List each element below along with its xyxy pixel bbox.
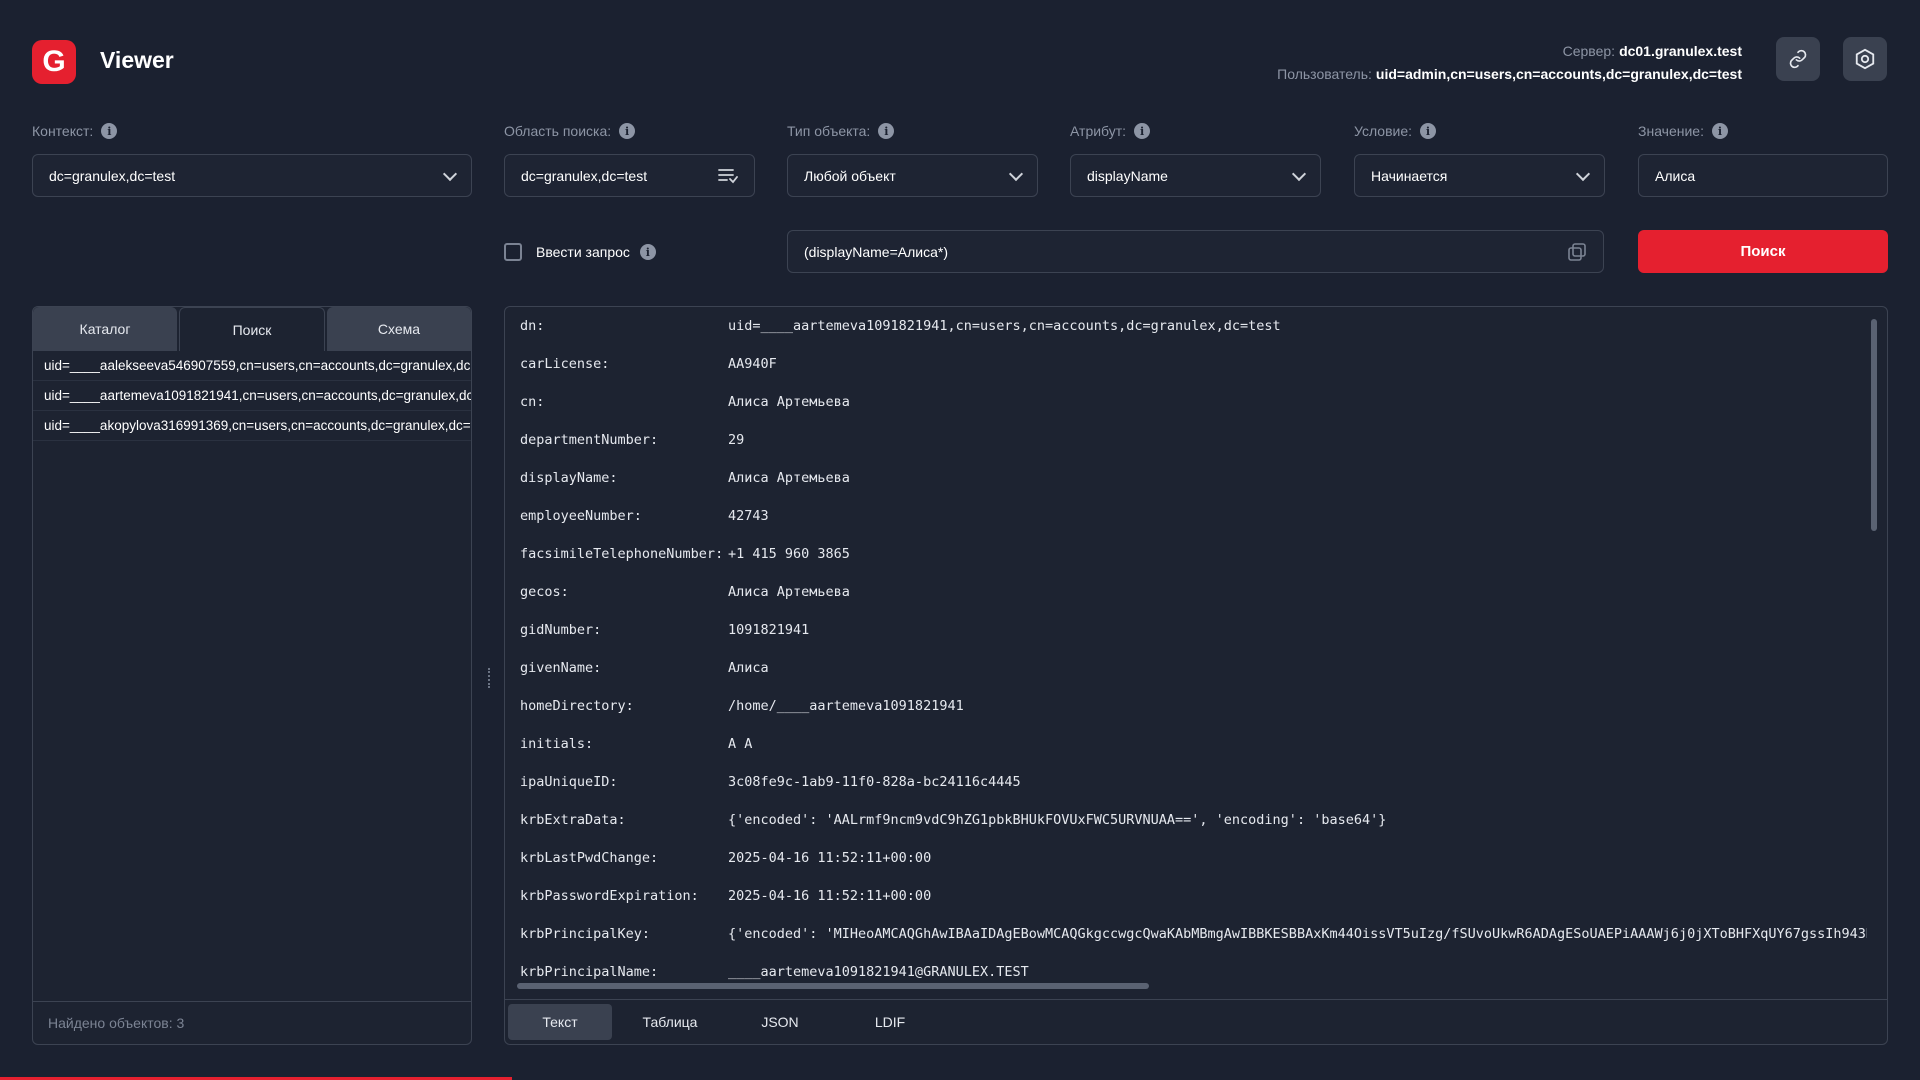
attribute-list: dn: uid=____aartemeva1091821941,cn=users,… [505, 307, 1867, 987]
user-value: uid=admin,cn=users,cn=accounts,dc=granul… [1375, 66, 1742, 82]
user-label: Пользователь: [1277, 66, 1372, 82]
app-logo: G [32, 40, 76, 84]
attribute-row: krbLastPwdChange: 2025-04-16 11:52:11+00:… [520, 850, 932, 866]
connection-info: Сервер: dc01.granulex.test Пользователь: u… [1277, 40, 1742, 86]
left-panel: Каталог Поиск Схема uid=____aalekseeva54… [32, 306, 472, 1045]
tab-table[interactable]: Таблица [618, 1004, 722, 1040]
query-input[interactable]: (displayName=Алиса*) [787, 230, 1604, 273]
value-input[interactable]: Алиса [1638, 154, 1888, 197]
list-item[interactable]: uid=____aartemeva1091821941,cn=users,cn=… [33, 381, 471, 411]
condition-select[interactable]: Начинается [1354, 154, 1605, 197]
attribute-select[interactable]: displayName [1070, 154, 1321, 197]
scope-select[interactable]: dc=granulex,dc=test [504, 154, 755, 197]
attribute-row: gidNumber: 1091821941 [520, 622, 810, 638]
attribute-row: givenName: Алиса [520, 660, 769, 676]
link-icon [1789, 49, 1807, 69]
info-icon[interactable]: i [619, 123, 636, 139]
entry-details-panel: dn: uid=____aartemeva1091821941,cn=users,… [504, 306, 1888, 1045]
panel-splitter[interactable] [488, 668, 492, 688]
attribute-row: initials: А А [520, 736, 753, 752]
tab-catalog[interactable]: Каталог [33, 307, 177, 351]
view-tabs: Текст Таблица JSON LDIF [505, 999, 1887, 1044]
attribute-row: krbPrincipalKey: {'encoded': 'MIHeoAMCAQG… [520, 926, 1867, 942]
left-tabs: Каталог Поиск Схема [33, 307, 471, 351]
chevron-down-icon [442, 166, 458, 181]
info-icon[interactable]: i [639, 244, 656, 260]
attribute-row: krbPasswordExpiration: 2025-04-16 11:52:1… [520, 888, 932, 904]
attribute-row: departmentNumber: 29 [520, 432, 745, 448]
app-title: Viewer [100, 47, 174, 73]
chevron-down-icon [1008, 166, 1024, 181]
settings-icon [1855, 48, 1875, 70]
server-value: dc01.granulex.test [1619, 43, 1742, 59]
tab-json[interactable]: JSON [728, 1004, 832, 1040]
attribute-row: ipaUniqueID: 3c08fe9c-1ab9-11f0-828a-bc24… [520, 774, 1021, 790]
attribute-row: displayName: Алиса Артемьева [520, 470, 850, 486]
search-button[interactable]: Поиск [1638, 230, 1888, 273]
attribute-row: krbExtraData: {'encoded': 'AALrmf9ncm9vdC… [520, 812, 1387, 828]
manual-query-checkbox[interactable] [504, 243, 522, 261]
attribute-row: employeeNumber: 42743 [520, 508, 769, 524]
vertical-scrollbar[interactable] [1871, 319, 1877, 531]
chevron-down-icon [1575, 166, 1591, 181]
attribute-row: cn: Алиса Артемьева [520, 394, 850, 410]
server-label: Сервер: [1562, 43, 1616, 59]
copy-icon[interactable] [1567, 242, 1587, 262]
context-label: Контекст: i [32, 123, 118, 139]
object-type-select[interactable]: Любой объект [787, 154, 1038, 197]
list-item[interactable]: uid=____aalekseeva546907559,cn=users,cn=… [33, 351, 471, 381]
attribute-row: facsimileTelephoneNumber: +1 415 960 3865 [520, 546, 850, 562]
link-button[interactable] [1776, 37, 1820, 81]
attribute-row: gecos: Алиса Артемьева [520, 584, 850, 600]
info-icon[interactable]: i [1134, 123, 1151, 139]
tab-ldif[interactable]: LDIF [838, 1004, 942, 1040]
chevron-down-icon [1291, 166, 1307, 181]
results-count: Найдено объектов: 3 [33, 1001, 471, 1044]
scope-label: Область поиска: i [504, 123, 636, 139]
info-icon[interactable]: i [1711, 123, 1728, 139]
attribute-row: dn: uid=____aartemeva1091821941,cn=users,… [520, 318, 1281, 334]
attribute-row: carLicense: AA940F [520, 356, 777, 372]
attribute-label: Атрибут: i [1070, 123, 1151, 139]
context-select[interactable]: dc=granulex,dc=test [32, 154, 472, 197]
list-item[interactable]: uid=____akopylova316991369,cn=users,cn=a… [33, 411, 471, 441]
condition-label: Условие: i [1354, 123, 1437, 139]
tab-text[interactable]: Текст [508, 1004, 612, 1040]
object-type-label: Тип объекта: i [787, 123, 895, 139]
tree-list-icon [718, 168, 738, 183]
value-label: Значение: i [1638, 123, 1728, 139]
settings-button[interactable] [1843, 37, 1887, 81]
attribute-row: krbPrincipalName: ____aartemeva1091821941… [520, 964, 1029, 980]
info-icon[interactable]: i [1420, 123, 1437, 139]
info-icon[interactable]: i [101, 123, 118, 139]
tab-search[interactable]: Поиск [179, 307, 325, 351]
tab-schema[interactable]: Схема [327, 307, 471, 351]
horizontal-scrollbar[interactable] [517, 983, 1149, 989]
info-icon[interactable]: i [878, 123, 895, 139]
attribute-row: homeDirectory:/home/____aartemeva1091821… [520, 698, 964, 714]
manual-query-label: Ввести запрос i [536, 244, 656, 260]
